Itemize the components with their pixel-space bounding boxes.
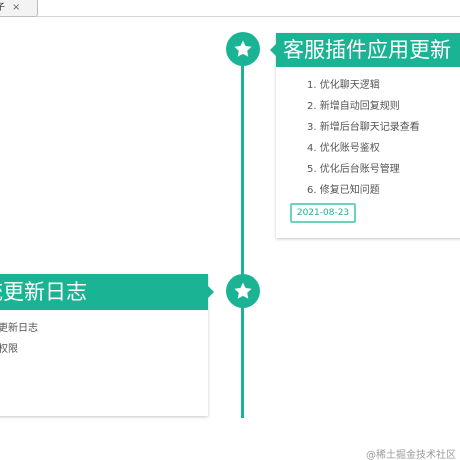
browser-tabstrip: 子 × <box>0 0 460 17</box>
card-title-container: 统更新日志 <box>0 274 208 310</box>
list-item: 1. 优化聊天逻辑 <box>307 80 380 91</box>
card-title: 统更新日志 <box>0 280 87 304</box>
timeline-card: 统更新日志 更新日志 权限 <box>0 274 214 416</box>
browser-tab-label: 子 <box>0 0 5 16</box>
timeline-node <box>226 274 260 308</box>
list-item: 6. 修复已知问题 <box>307 185 380 196</box>
list-item: 更新日志 <box>0 323 38 334</box>
star-icon <box>234 40 252 57</box>
watermark: @稀土掘金技术社区 <box>366 450 456 460</box>
timeline-line <box>241 66 244 418</box>
star-icon <box>234 282 252 299</box>
list-item: 权限 <box>0 344 18 355</box>
close-icon[interactable]: × <box>12 0 20 16</box>
list-item: 5. 优化后台账号管理 <box>307 164 400 175</box>
card-title: 客服插件应用更新 <box>276 33 460 67</box>
list-item: 4. 优化账号鉴权 <box>307 143 380 154</box>
card-pointer <box>208 286 214 298</box>
timeline-node <box>226 32 260 66</box>
browser-tab[interactable]: 子 × <box>0 0 38 17</box>
date-badge: 2021-08-23 <box>290 203 356 223</box>
timeline-card: 客服插件应用更新 1. 优化聊天逻辑 2. 新增自动回复规则 3. 新增后台聊天… <box>270 33 460 238</box>
list-item: 3. 新增后台聊天记录查看 <box>307 122 420 133</box>
list-item: 2. 新增自动回复规则 <box>307 101 400 112</box>
